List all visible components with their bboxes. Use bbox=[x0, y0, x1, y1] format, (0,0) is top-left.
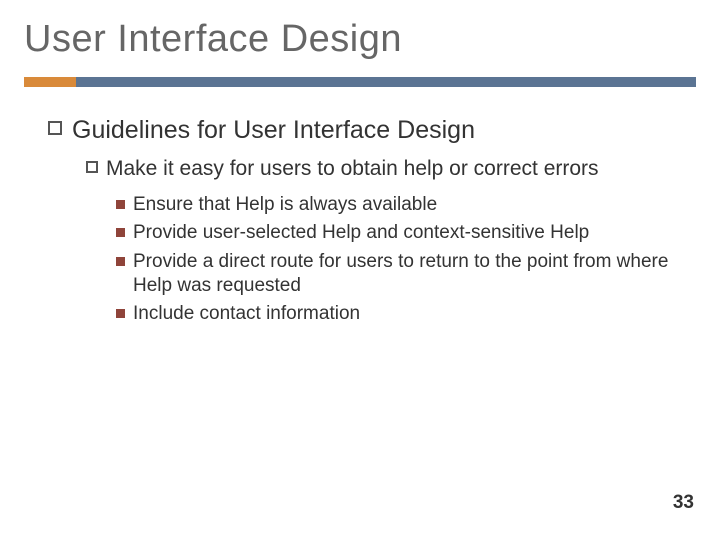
bullet-level-3: Ensure that Help is always available bbox=[116, 193, 696, 217]
filled-square-bullet-icon bbox=[116, 200, 125, 209]
level3-text: Provide user-selected Help and context-s… bbox=[133, 221, 589, 245]
filled-square-bullet-icon bbox=[116, 309, 125, 318]
bullet-level-2: Make it easy for users to obtain help or… bbox=[86, 156, 696, 183]
sub-level-2: Ensure that Help is always available Pro… bbox=[86, 193, 696, 327]
content-area: Guidelines for User Interface Design Mak… bbox=[24, 115, 696, 327]
slide: User Interface Design Guidelines for Use… bbox=[0, 0, 720, 540]
open-square-bullet-icon bbox=[48, 121, 62, 135]
level2-text: Make it easy for users to obtain help or… bbox=[106, 156, 599, 183]
bullet-level-3: Provide user-selected Help and context-s… bbox=[116, 221, 696, 245]
bullet-level-1: Guidelines for User Interface Design bbox=[48, 115, 696, 146]
sub-level-1: Make it easy for users to obtain help or… bbox=[48, 156, 696, 326]
level1-text: Guidelines for User Interface Design bbox=[72, 115, 475, 146]
filled-square-bullet-icon bbox=[116, 257, 125, 266]
open-square-bullet-icon bbox=[86, 161, 98, 173]
bullet-level-3: Include contact information bbox=[116, 302, 696, 326]
accent-block bbox=[24, 77, 76, 87]
rule-bar bbox=[76, 77, 696, 87]
level3-text: Include contact information bbox=[133, 302, 360, 326]
level3-text: Provide a direct route for users to retu… bbox=[133, 250, 696, 299]
page-number: 33 bbox=[673, 492, 694, 514]
title-rule bbox=[24, 77, 696, 87]
slide-title: User Interface Design bbox=[24, 18, 696, 61]
filled-square-bullet-icon bbox=[116, 228, 125, 237]
level3-text: Ensure that Help is always available bbox=[133, 193, 437, 217]
bullet-level-3: Provide a direct route for users to retu… bbox=[116, 250, 696, 299]
